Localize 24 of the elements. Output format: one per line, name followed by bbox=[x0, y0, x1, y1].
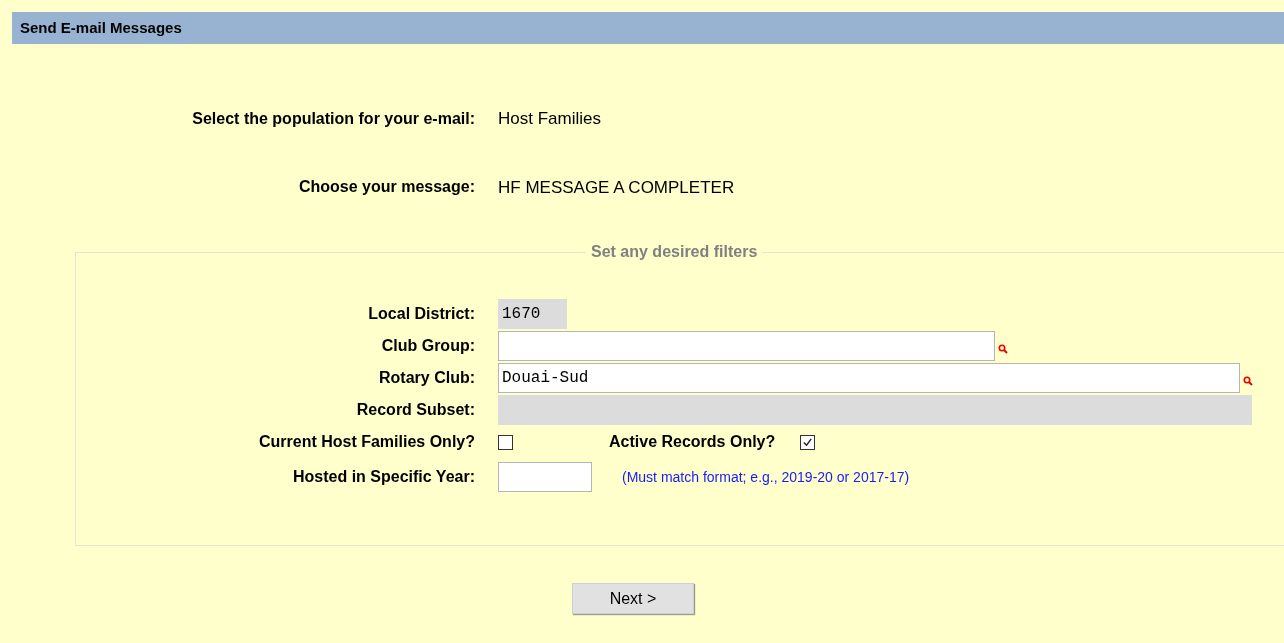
page-title: Send E-mail Messages bbox=[20, 17, 182, 38]
legend-text: Set any desired filters bbox=[590, 242, 759, 262]
field-label: Record Subset: bbox=[355, 400, 475, 420]
field-label: Active Records Only? bbox=[609, 432, 776, 452]
field-label: Select the population for your e-mail: bbox=[191, 108, 475, 129]
search-icon[interactable] bbox=[998, 344, 1008, 354]
format-hint: (Must match format; e.g., 2019-20 or 2017-17) bbox=[622, 467, 910, 487]
field-label: Current Host Families Only? bbox=[257, 432, 475, 452]
field-value: Host Families bbox=[498, 108, 601, 130]
field-label: Hosted in Specific Year: bbox=[292, 467, 475, 487]
search-icon[interactable] bbox=[1243, 376, 1253, 386]
field-value: HF MESSAGE A COMPLETER bbox=[498, 176, 735, 199]
next-button[interactable]: Next > bbox=[572, 583, 694, 614]
input-field[interactable]: 1670 bbox=[498, 299, 567, 329]
input-field[interactable] bbox=[498, 331, 995, 361]
field-label: Rotary Club: bbox=[378, 368, 475, 388]
input-field[interactable]: Douai-Sud bbox=[498, 363, 1240, 393]
input-field[interactable] bbox=[498, 395, 1252, 425]
checkbox[interactable] bbox=[800, 434, 816, 450]
field-label: Club Group: bbox=[380, 336, 475, 356]
checkbox[interactable] bbox=[498, 434, 513, 450]
field-label: Choose your message: bbox=[297, 177, 475, 198]
input-field[interactable] bbox=[498, 462, 592, 492]
field-label: Local District: bbox=[367, 304, 475, 324]
